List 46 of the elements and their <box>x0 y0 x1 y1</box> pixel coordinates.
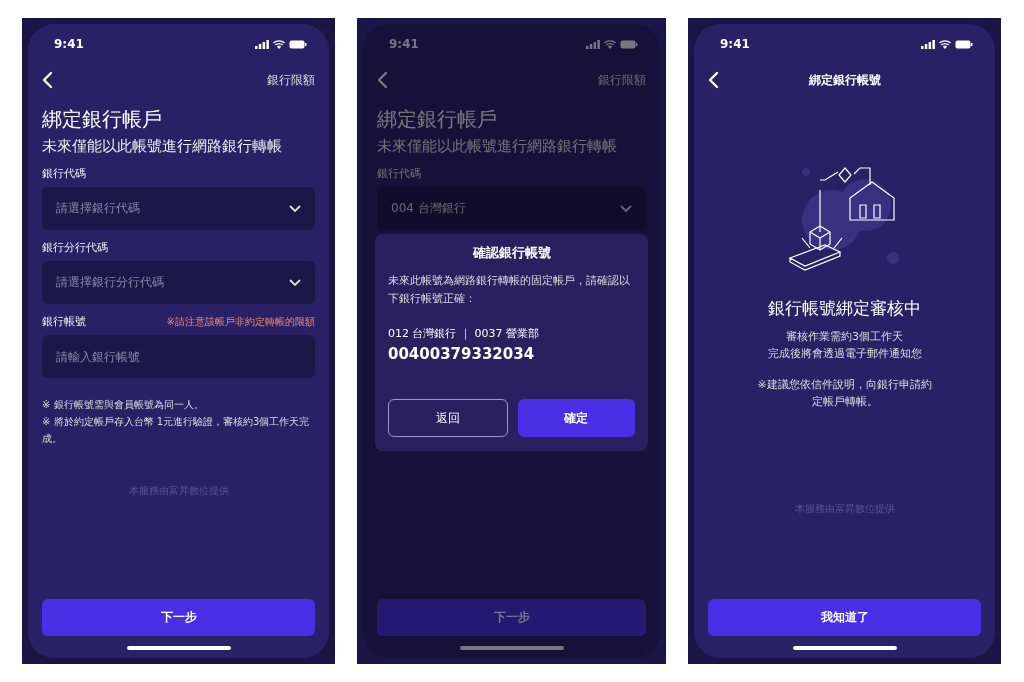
chevron-down-icon <box>289 278 301 287</box>
bank-branch-text: 012 台灣銀行 ｜ 0037 營業部 <box>388 326 540 341</box>
select-field[interactable]: 004 台灣銀行 <box>377 187 646 230</box>
wifi-icon <box>273 39 285 49</box>
info-text: 完成後將會透過電子郵件通知您 <box>766 346 923 362</box>
page-subtitle: 未來僅能以此帳號進行網路銀行轉帳 <box>42 137 283 156</box>
input-field[interactable]: 請輸入銀行帳號 <box>42 335 315 378</box>
chevron-down-icon <box>620 204 632 213</box>
field-label: 銀行代碼 <box>42 166 86 181</box>
select-field[interactable]: 請選擇銀行分行代碼 <box>42 261 315 304</box>
field-label: 銀行帳號 <box>42 314 86 329</box>
note-text: ※ 將於約定帳戶存入台幣 1元進行驗證，審核約3個工作天完成。 <box>42 415 311 446</box>
page-title: 綁定銀行帳戶 <box>377 106 498 133</box>
acknowledge-button[interactable]: 我知道了 <box>708 599 981 636</box>
info-text: 審核作業需約3個工作天 <box>785 329 904 345</box>
wifi-icon <box>604 39 616 49</box>
status-time: 9:41 <box>389 37 419 51</box>
signal-icon <box>921 39 935 49</box>
field-label: 銀行代碼 <box>377 166 421 181</box>
chevron-down-icon <box>289 204 301 213</box>
select-field[interactable]: 請選擇銀行代碼 <box>42 187 315 230</box>
note-text: ※ 銀行帳號需與會員帳號為同一人。 <box>42 398 205 412</box>
battery-icon <box>620 39 638 49</box>
back-icon[interactable] <box>42 71 53 89</box>
back-icon[interactable] <box>708 71 719 89</box>
back-button[interactable]: 返回 <box>388 399 508 437</box>
advice-note: ※建議您依信件說明，向銀行申請約定帳戶轉帳。 <box>756 377 933 410</box>
account-number: 00400379332034 <box>388 345 536 363</box>
dialog-title: 確認銀行帳號 <box>471 244 552 262</box>
warning-hint: ※請注意該帳戶非約定轉帳的限額 <box>166 314 315 329</box>
page-subtitle: 未來僅能以此帳號進行網路銀行轉帳 <box>377 137 618 156</box>
dialog-message: 未來此帳號為網路銀行轉帳的固定帳戶，請確認以下銀行帳號正確： <box>388 273 631 307</box>
wifi-icon <box>939 39 951 49</box>
status-time: 9:41 <box>720 37 750 51</box>
next-button[interactable]: 下一步 <box>42 599 315 636</box>
battery-icon <box>955 39 973 49</box>
bank-limit-link[interactable]: 銀行限額 <box>267 71 315 89</box>
signal-icon <box>586 39 600 49</box>
confirm-button[interactable]: 確定 <box>517 399 635 437</box>
nav-title: 綁定銀行帳號 <box>808 71 881 89</box>
field-label: 銀行分行代碼 <box>42 240 108 255</box>
status-heading: 銀行帳號綁定審核中 <box>767 297 922 320</box>
page-title: 綁定銀行帳戶 <box>42 106 163 133</box>
signal-icon <box>255 39 269 49</box>
status-time: 9:41 <box>54 37 84 51</box>
battery-icon <box>289 39 307 49</box>
